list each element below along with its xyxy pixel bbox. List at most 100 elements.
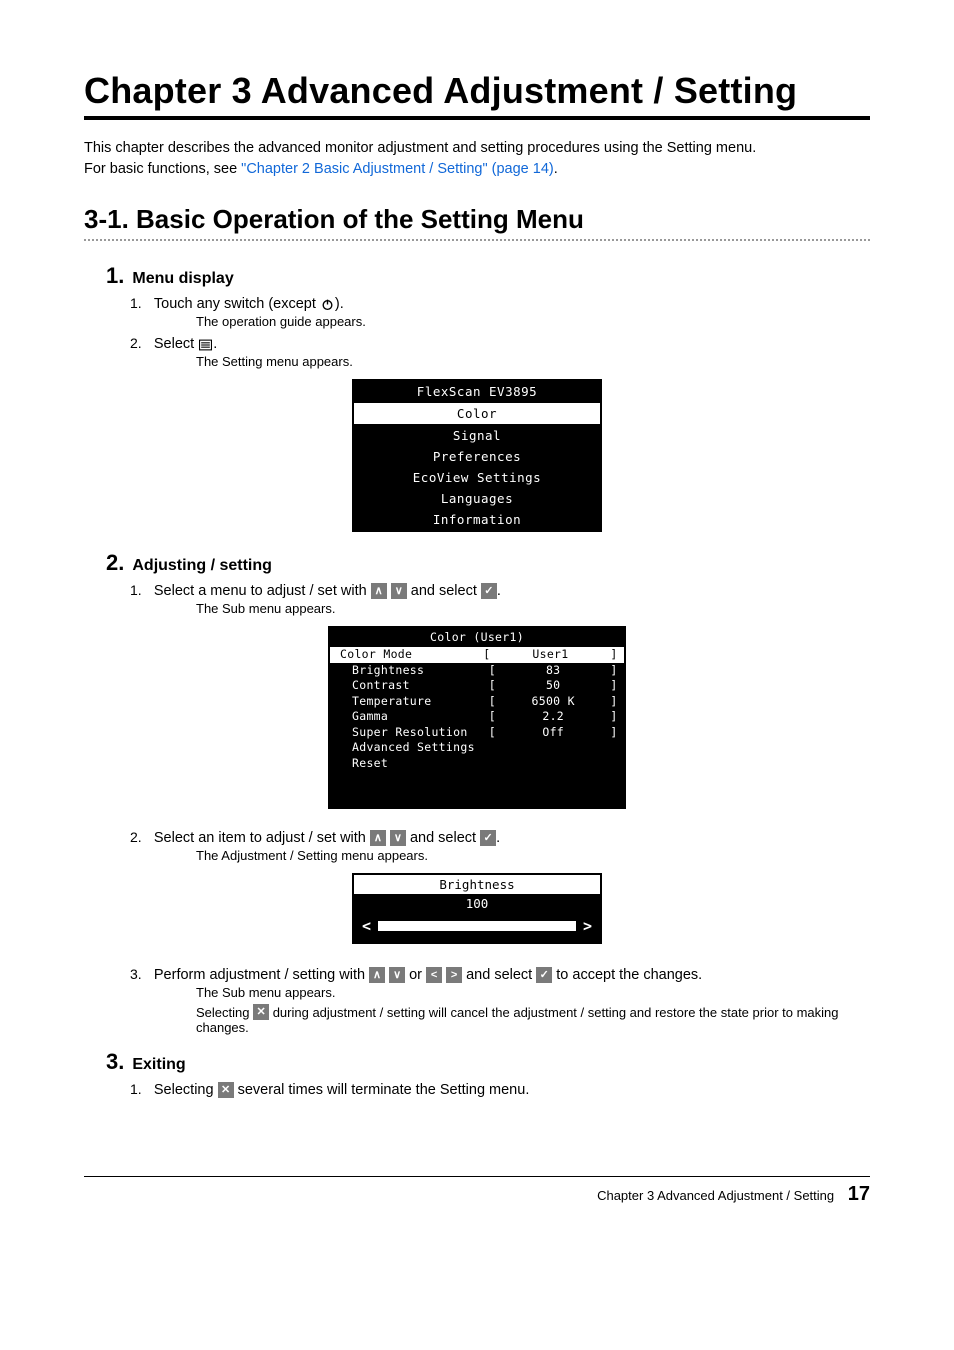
- osd-sub-title: Color (User1): [330, 628, 624, 647]
- step-2-item-3-sub2: Selecting ✕ during adjustment / setting …: [196, 1004, 870, 1035]
- bracket-left: [: [488, 663, 496, 679]
- osd-main-row: Color: [354, 402, 600, 425]
- osd-slider-value: 100: [354, 894, 600, 913]
- text-fragment: Touch any switch (except: [154, 296, 320, 312]
- step-2-header: 2. Adjusting / setting: [106, 550, 870, 576]
- osd-row-label: Color Mode: [336, 647, 483, 663]
- list-number: 1.: [130, 1081, 150, 1097]
- step-1-item-2: 2. Select .: [130, 335, 870, 352]
- list-number: 1.: [130, 295, 150, 311]
- close-icon: ✕: [218, 1082, 234, 1098]
- bracket-right: ]: [610, 678, 618, 694]
- osd-main-menu: FlexScan EV3895 ColorSignalPreferencesEc…: [352, 379, 602, 532]
- up-icon: ∧: [369, 967, 385, 983]
- list-number: 2.: [130, 335, 150, 351]
- osd-row-label: Gamma: [336, 709, 488, 725]
- osd-row-label: Reset: [336, 756, 618, 772]
- osd-row-value: 83: [496, 663, 610, 679]
- osd-sub-menu: Color (User1) Color Mode[User1]Brightnes…: [328, 626, 626, 809]
- step-2-item-1: 1. Select a menu to adjust / set with ∧ …: [130, 582, 870, 599]
- step-2-item-2: 2. Select an item to adjust / set with ∧…: [130, 829, 870, 846]
- osd-row-label: Advanced Settings: [336, 740, 618, 756]
- step-1-header: 1. Menu display: [106, 263, 870, 289]
- text-fragment: .: [496, 830, 500, 846]
- text-fragment: .: [497, 583, 501, 599]
- osd-sub-row: Brightness[83]: [330, 663, 624, 679]
- step-3-header: 3. Exiting: [106, 1049, 870, 1075]
- text-fragment: .: [213, 336, 217, 352]
- osd-sub-row: Gamma[2.2]: [330, 709, 624, 725]
- osd-main-row: Preferences: [354, 446, 600, 467]
- step-1-number: 1.: [106, 263, 124, 289]
- step-2-item-3-sub: The Sub menu appears.: [196, 985, 870, 1000]
- intro-line-1: This chapter describes the advanced moni…: [84, 140, 756, 156]
- text-fragment: or: [405, 967, 426, 983]
- slider-track: [379, 922, 575, 930]
- osd-row-value: 2.2: [496, 709, 610, 725]
- footer-label: Chapter 3 Advanced Adjustment / Setting: [597, 1188, 834, 1203]
- close-icon: ✕: [253, 1004, 269, 1020]
- step-2-item-3: 3. Perform adjustment / setting with ∧ ∨…: [130, 966, 870, 983]
- bracket-right: ]: [610, 725, 618, 741]
- osd-row-label: Brightness: [336, 663, 488, 679]
- up-icon: ∧: [371, 583, 387, 599]
- bracket-left: [: [488, 678, 496, 694]
- step-3-number: 3.: [106, 1049, 124, 1075]
- check-icon: ✓: [481, 583, 497, 599]
- text-fragment: Select: [154, 336, 198, 352]
- text-fragment: during adjustment / setting will cancel …: [196, 1005, 839, 1035]
- text-fragment: to accept the changes.: [552, 967, 702, 983]
- intro-line-2b: .: [554, 161, 558, 177]
- text-fragment: Select a menu to adjust / set with: [154, 583, 371, 599]
- osd-main-row: Information: [354, 509, 600, 530]
- list-number: 2.: [130, 829, 150, 845]
- step-1-item-1-sub: The operation guide appears.: [196, 314, 870, 329]
- step-1-item-2-sub: The Setting menu appears.: [196, 354, 870, 369]
- step-3-label: Exiting: [132, 1056, 185, 1074]
- intro-paragraph: This chapter describes the advanced moni…: [84, 138, 870, 180]
- intro-cross-ref-link[interactable]: "Chapter 2 Basic Adjustment / Setting" (…: [241, 161, 554, 177]
- step-1-label: Menu display: [132, 270, 233, 288]
- down-icon: ∨: [390, 830, 406, 846]
- up-icon: ∧: [370, 830, 386, 846]
- step-3-item-1: 1. Selecting ✕ several times will termin…: [130, 1081, 870, 1098]
- text-fragment: Perform adjustment / setting with: [154, 967, 369, 983]
- text-fragment: and select: [407, 583, 481, 599]
- bracket-right: ]: [610, 709, 618, 725]
- page-footer: Chapter 3 Advanced Adjustment / Setting …: [84, 1176, 870, 1206]
- osd-sub-row: Color Mode[User1]: [330, 647, 624, 663]
- left-icon: <: [426, 967, 442, 983]
- step-2-number: 2.: [106, 550, 124, 576]
- text-fragment: Selecting: [196, 1005, 253, 1020]
- bracket-left: [: [488, 709, 496, 725]
- osd-main-row: Signal: [354, 425, 600, 446]
- osd-sub-row: Super Resolution[Off]: [330, 725, 624, 741]
- intro-line-2a: For basic functions, see: [84, 161, 241, 177]
- osd-row-value: Off: [496, 725, 610, 741]
- chapter-title: Chapter 3 Advanced Adjustment / Setting: [84, 70, 870, 120]
- osd-main-row: EcoView Settings: [354, 467, 600, 488]
- osd-sub-row: Reset: [330, 756, 624, 772]
- osd-slider-menu: Brightness 100 < >: [352, 873, 602, 944]
- bracket-left: [: [483, 647, 491, 663]
- osd-main-row: Languages: [354, 488, 600, 509]
- osd-row-label: Temperature: [336, 694, 488, 710]
- menu-icon: [198, 337, 213, 352]
- osd-row-value: User1: [491, 647, 610, 663]
- bracket-right: ]: [610, 647, 618, 663]
- bracket-right: ]: [610, 694, 618, 710]
- text-fragment: and select: [462, 967, 536, 983]
- list-number: 3.: [130, 966, 150, 982]
- osd-row-value: 6500 K: [496, 694, 610, 710]
- osd-slider-title: Brightness: [354, 875, 600, 894]
- slider-left-arrow: <: [362, 917, 371, 935]
- list-number: 1.: [130, 582, 150, 598]
- down-icon: ∨: [389, 967, 405, 983]
- osd-row-value: 50: [496, 678, 610, 694]
- osd-main-title: FlexScan EV3895: [354, 381, 600, 402]
- step-2-label: Adjusting / setting: [132, 557, 272, 575]
- down-icon: ∨: [391, 583, 407, 599]
- text-fragment: Select an item to adjust / set with: [154, 830, 370, 846]
- text-fragment: several times will terminate the Setting…: [234, 1082, 530, 1098]
- section-title: 3-1. Basic Operation of the Setting Menu: [84, 204, 870, 241]
